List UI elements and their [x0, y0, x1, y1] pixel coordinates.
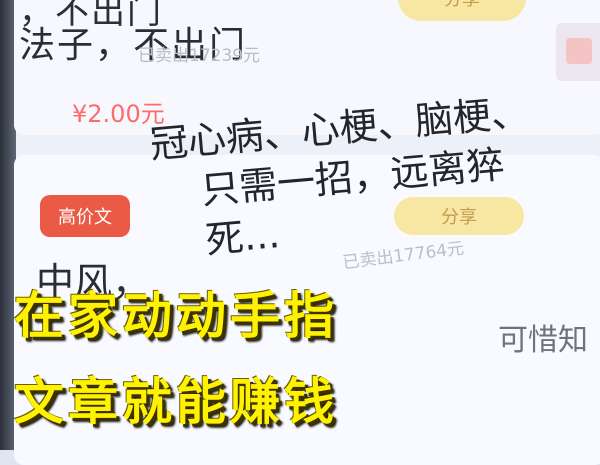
- sold-amount: 已卖出17239元: [138, 46, 261, 66]
- caption-line-2: 文章就能赚钱: [14, 373, 338, 431]
- partial-title: 可惜知: [498, 323, 588, 358]
- share-button[interactable]: 分享: [398, 0, 526, 21]
- phone-screen: ，不出门 法子，不出门 已卖出17239元 ¥2.00元 分享 高价文 冠心病、…: [0, 0, 600, 465]
- thumbnail-image: [556, 23, 600, 81]
- high-price-badge: 高价文: [40, 195, 130, 237]
- share-button[interactable]: 分享: [394, 197, 524, 235]
- caption-line-1: 在家动动手指: [14, 287, 338, 345]
